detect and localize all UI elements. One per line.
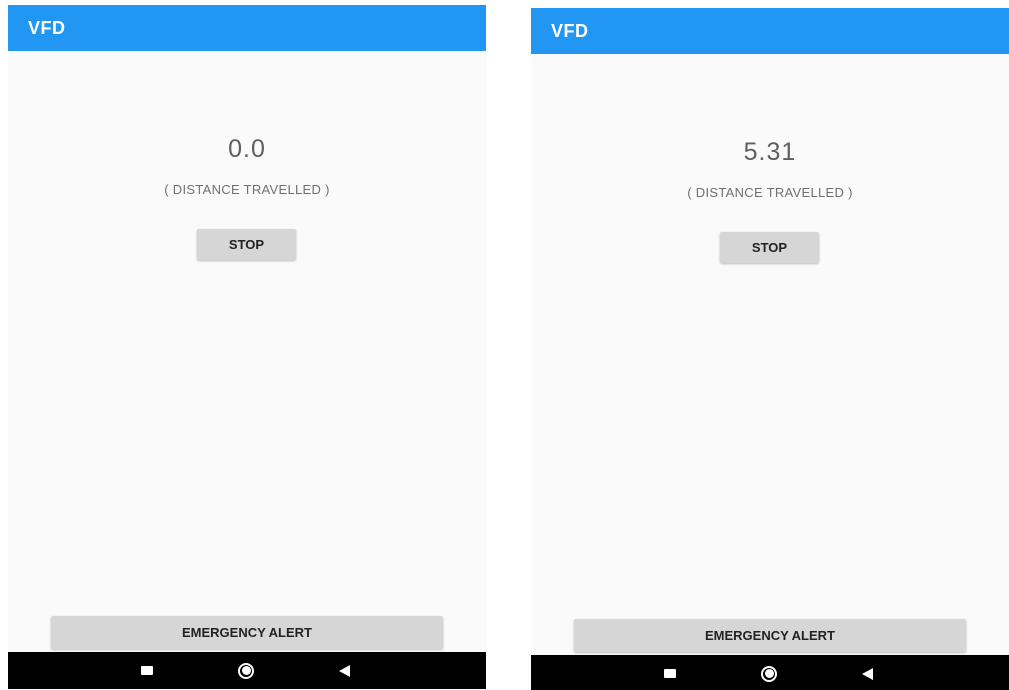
distance-value: 0.0 <box>228 135 266 163</box>
system-navigation-bar <box>8 652 486 689</box>
recents-button[interactable] <box>127 652 167 689</box>
emergency-alert-button[interactable]: EMERGENCY ALERT <box>51 616 443 649</box>
app-bar: VFD <box>8 5 486 51</box>
app-title: VFD <box>551 20 589 41</box>
app-title: VFD <box>28 17 66 38</box>
system-navigation-bar <box>531 655 1009 690</box>
screenshot-stage: VFD 0.0 ( DISTANCE TRAVELLED ) STOP EMER… <box>0 0 1009 690</box>
back-button[interactable] <box>324 652 364 689</box>
back-icon <box>861 667 873 680</box>
back-icon <box>338 664 350 677</box>
distance-label: ( DISTANCE TRAVELLED ) <box>687 185 853 200</box>
home-button[interactable] <box>749 655 789 690</box>
recents-button[interactable] <box>650 655 690 690</box>
back-button[interactable] <box>847 655 887 690</box>
recents-icon <box>664 669 676 678</box>
recents-icon <box>141 666 153 675</box>
phone-screen-left: VFD 0.0 ( DISTANCE TRAVELLED ) STOP EMER… <box>8 5 486 689</box>
distance-value: 5.31 <box>743 138 797 166</box>
home-button[interactable] <box>226 652 266 689</box>
distance-label: ( DISTANCE TRAVELLED ) <box>164 182 330 197</box>
stop-button[interactable]: STOP <box>720 232 819 263</box>
home-icon <box>761 665 777 682</box>
home-icon <box>238 662 254 679</box>
app-bar: VFD <box>531 8 1009 54</box>
emergency-alert-button[interactable]: EMERGENCY ALERT <box>574 619 966 652</box>
stop-button[interactable]: STOP <box>197 229 296 260</box>
phone-screen-right: VFD 5.31 ( DISTANCE TRAVELLED ) STOP EME… <box>531 8 1009 690</box>
